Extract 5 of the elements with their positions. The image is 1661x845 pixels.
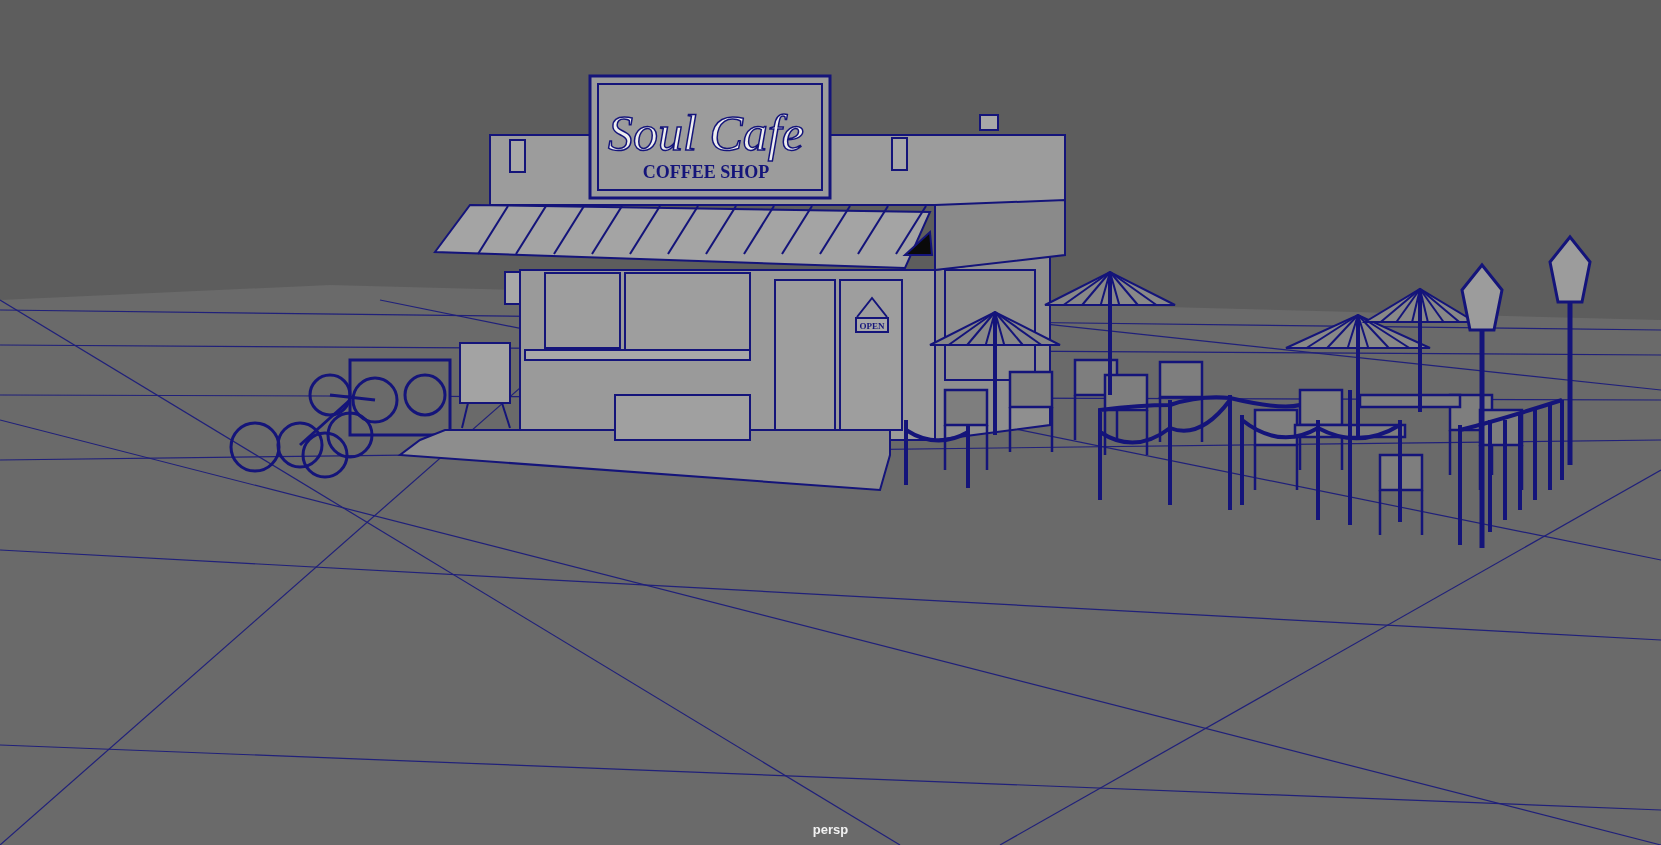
- sign-title: Soul Cafe: [608, 105, 804, 161]
- viewport-3d[interactable]: Soul Cafe COFFEE SHOP OPEN persp: [0, 0, 1661, 845]
- sign-subtitle: COFFEE SHOP: [642, 162, 770, 182]
- camera-label: persp: [812, 822, 849, 837]
- door-sign-text: OPEN: [859, 321, 885, 331]
